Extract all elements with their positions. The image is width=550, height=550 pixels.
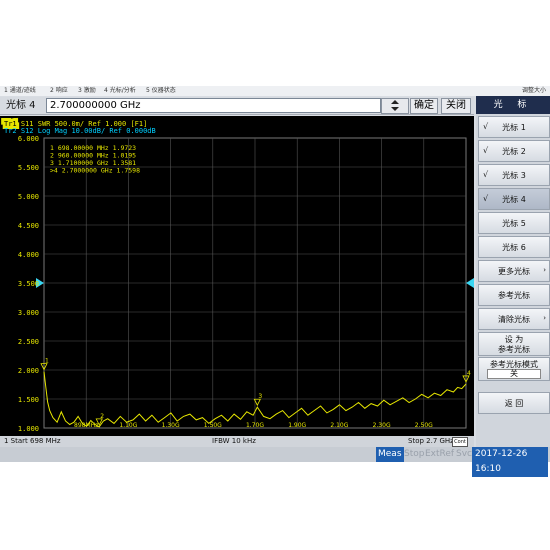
y-tick-label: 1.000 — [18, 425, 39, 433]
date-time: 2017-12-26 16:10 — [472, 447, 548, 477]
y-tick-label: 6.000 — [18, 135, 39, 143]
frequency-spinner[interactable] — [381, 98, 409, 114]
softkey-label: 光标 1 — [502, 123, 526, 132]
marker-flags: 1 2 3 4 — [40, 358, 471, 426]
menu-item-stimulus[interactable]: 3 激励 — [78, 86, 96, 96]
softkey-clear-marker[interactable]: 清除光标 › — [478, 308, 550, 330]
softkey-label: 参考光标 — [498, 291, 530, 300]
x-tick-label: 1.50G — [204, 422, 222, 429]
marker-flag-1: 1 — [40, 358, 49, 371]
marker-frequency-input[interactable]: 2.700000000 GHz — [46, 98, 381, 113]
menu-item-marker-analysis[interactable]: 4 光标/分析 — [104, 86, 136, 96]
softkey-set-as-reference[interactable]: 设 为 参考光标 — [478, 332, 550, 356]
vna-app-window: 1 通道/迹线 2 响应 3 激励 4 光标/分析 5 仪器状态 调整大小 光标… — [0, 86, 550, 477]
trace2-settings: S12 Log Mag 10.00dB/ Ref 0.000dB — [17, 127, 156, 135]
x-tick-label: 1.70G — [246, 422, 264, 429]
softkey-marker-5[interactable]: 光标 5 — [478, 212, 550, 234]
softkey-label: 清除光标 — [498, 315, 530, 324]
softkey-label-line2: 参考光标 — [498, 345, 530, 354]
y-axis-tick-labels: 6.000 5.500 5.000 4.500 4.000 3.500 3.000 2.500… — [18, 135, 39, 433]
marker-entry-bar: 光标 4 2.700000000 GHz 确定 关闭 — [0, 97, 474, 115]
menu-item-resize[interactable]: 调整大小 — [522, 86, 546, 96]
softkey-label: 光标 5 — [502, 219, 526, 228]
reference-mode-value: 关 — [487, 369, 541, 379]
softkey-marker-2[interactable]: √ 光标 2 — [478, 140, 550, 162]
start-frequency[interactable]: 1 Start 698 MHz — [4, 436, 61, 447]
marker-flag-label: 1 — [45, 358, 49, 365]
y-tick-label: 2.000 — [18, 367, 39, 375]
ok-button[interactable]: 确定 — [410, 98, 438, 114]
y-tick-label: 3.500 — [18, 280, 39, 288]
menu-item-channel-trace[interactable]: 1 通道/迹线 — [4, 86, 36, 96]
x-tick-label: 2.10G — [330, 422, 348, 429]
submenu-arrow-icon: › — [543, 266, 546, 274]
entry-label: 光标 4 — [6, 100, 36, 111]
menu-item-response[interactable]: 2 响应 — [50, 86, 68, 96]
instrument-status-bar: Meas Stop ExtRef Svc 2017-12-26 16:10 — [0, 447, 550, 477]
marker-row-4: >4 2.7000000 GHz 1.7598 — [50, 167, 140, 175]
marker-flag-label: 2 — [100, 413, 104, 420]
softkey-panel: 光 标 √ 光标 1 √ 光标 2 √ 光标 3 √ 光标 4 光标 5 光标 … — [476, 96, 550, 447]
x-tick-label: 1.90G — [288, 422, 306, 429]
close-button[interactable]: 关闭 — [441, 98, 471, 114]
menu-item-instrument-state[interactable]: 5 仪器状态 — [146, 86, 176, 96]
softkey-label: 光标 4 — [502, 195, 526, 204]
if-bandwidth[interactable]: IFBW 10 kHz — [212, 436, 256, 447]
softkey-marker-6[interactable]: 光标 6 — [478, 236, 550, 258]
softkey-marker-3[interactable]: √ 光标 3 — [478, 164, 550, 186]
softkey-marker-4[interactable]: √ 光标 4 — [478, 188, 550, 210]
softkey-marker-1[interactable]: √ 光标 1 — [478, 116, 550, 138]
x-axis-tick-labels: 898MHz 1.10G 1.30G 1.50G 1.70G 1.90G 2.10G 2.30… — [74, 422, 433, 429]
y-tick-label: 1.500 — [18, 396, 39, 404]
y-tick-label: 2.500 — [18, 338, 39, 346]
stop-indicator: Stop — [404, 449, 425, 459]
continuous-sweep-badge[interactable]: Cont — [452, 437, 468, 447]
y-tick-label: 4.500 — [18, 222, 39, 230]
swr-chart: 6.000 5.500 5.000 4.500 4.000 3.500 3.000 2.500… — [1, 117, 474, 433]
marker-flag-label: 4 — [467, 370, 471, 377]
marker-flag-4: 4 — [462, 370, 471, 383]
y-tick-label: 5.500 — [18, 164, 39, 172]
plot-grid — [36, 137, 474, 429]
meas-indicator: Meas — [376, 447, 404, 462]
submenu-arrow-icon: › — [543, 314, 546, 322]
stop-frequency[interactable]: Stop 2.7 GHz — [408, 436, 454, 447]
measurement-plot[interactable]: 6.000 5.500 5.000 4.500 4.000 3.500 3.000 2.500… — [0, 116, 474, 436]
trace2-tag: Tr2 — [4, 127, 17, 135]
x-tick-label: 2.30G — [373, 422, 391, 429]
softkey-label: 光标 3 — [502, 171, 526, 180]
softkey-reference-marker[interactable]: 参考光标 — [478, 284, 550, 306]
x-tick-label: 1.10G — [119, 422, 137, 429]
softkey-label: 更多光标 — [498, 267, 530, 276]
reference-level-right-arrow-icon — [466, 278, 474, 288]
marker-flag-label: 3 — [258, 393, 262, 400]
y-tick-label: 3.000 — [18, 309, 39, 317]
softkey-label: 光标 2 — [502, 147, 526, 156]
spin-up-icon[interactable] — [391, 100, 399, 104]
softkey-label: 光标 6 — [502, 243, 526, 252]
softkey-panel-title: 光 标 — [476, 96, 550, 114]
y-tick-label: 4.000 — [18, 251, 39, 259]
softkey-reference-mode[interactable]: 参考光标模式 关 — [478, 357, 550, 381]
softkey-label: 返 回 — [504, 399, 524, 408]
spin-down-icon[interactable] — [391, 107, 399, 111]
menu-bar: 1 通道/迹线 2 响应 3 激励 4 光标/分析 5 仪器状态 调整大小 — [0, 86, 550, 96]
x-tick-label: 2.50G — [415, 422, 433, 429]
extref-indicator: ExtRef — [425, 449, 455, 459]
marker-flag-3: 3 — [253, 393, 262, 407]
trace2-header[interactable]: Tr2 S12 Log Mag 10.00dB/ Ref 0.000dB — [4, 127, 156, 135]
x-tick-label: 1.30G — [162, 422, 180, 429]
softkey-back[interactable]: 返 回 — [478, 392, 550, 414]
y-tick-label: 5.000 — [18, 193, 39, 201]
marker-readout-table: 1 698.00000 MHz 1.9723 2 960.00000 MHz 1… — [50, 144, 140, 175]
sweep-status-bar: 1 Start 698 MHz IFBW 10 kHz Stop 2.7 GHz… — [0, 436, 474, 447]
svc-indicator: Svc — [456, 449, 472, 459]
softkey-more-markers[interactable]: 更多光标 › — [478, 260, 550, 282]
